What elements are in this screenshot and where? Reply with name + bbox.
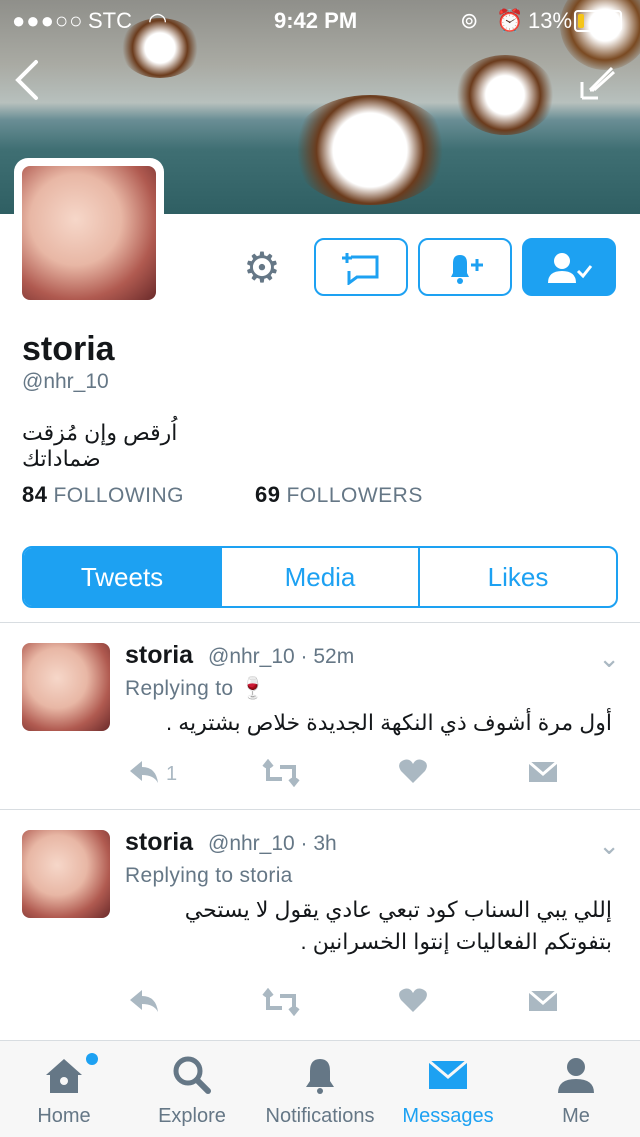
signal-icon: ●●●○○ <box>12 8 84 33</box>
envelope-icon <box>384 1055 512 1105</box>
new-content-dot <box>86 1053 98 1065</box>
compose-icon[interactable] <box>578 62 618 107</box>
tweet-meta: @nhr_10 · 52m <box>208 645 355 668</box>
home-icon <box>0 1055 128 1105</box>
tweet-item[interactable]: storia @nhr_10 · 3h ⌄ Replying to storia… <box>0 810 640 1032</box>
profile-bio: اُرقص وإن مُزقت ضماداتك <box>22 420 178 471</box>
nav-messages[interactable]: Messages <box>384 1041 512 1137</box>
nav-home[interactable]: Home <box>0 1041 128 1137</box>
chevron-down-icon[interactable]: ⌄ <box>598 643 620 674</box>
avatar-image <box>22 166 156 300</box>
wifi-icon: ◠ <box>148 8 168 33</box>
replying-to[interactable]: Replying to storia <box>125 864 293 888</box>
following-label: FOLLOWING <box>53 484 184 507</box>
tab-likes[interactable]: Likes <box>420 548 616 606</box>
rotation-lock-icon: ⊚ <box>460 8 479 33</box>
direct-message-icon[interactable] <box>528 988 558 1022</box>
tweet-item[interactable]: storia @nhr_10 · 52m ⌄ Replying to 🍷 أول… <box>0 623 640 809</box>
chevron-down-icon[interactable]: ⌄ <box>598 830 620 861</box>
battery-percent: 13% <box>528 8 573 33</box>
reply-icon[interactable] <box>128 757 160 793</box>
notifications-bell-button[interactable] <box>418 238 512 296</box>
replying-to[interactable]: Replying to 🍷 <box>125 677 266 701</box>
tab-media[interactable]: Media <box>222 548 420 606</box>
nav-home-label: Home <box>37 1105 91 1127</box>
bell-icon <box>256 1055 384 1105</box>
bottom-nav: Home Explore Notifications Messages Me <box>0 1040 640 1137</box>
battery-icon <box>574 10 622 32</box>
heart-icon[interactable] <box>398 986 428 1022</box>
direct-message-button[interactable] <box>314 238 408 296</box>
direct-message-icon[interactable] <box>528 759 558 793</box>
status-bar: ●●●○○ STC ◠ 9:42 PM ⊚ ⏰ 13% <box>0 0 640 40</box>
tweet-meta: @nhr_10 · 3h <box>208 832 337 855</box>
following-button[interactable] <box>522 238 616 296</box>
person-icon <box>512 1055 640 1105</box>
tweet-text: إللي يبي السناب كود تبعي عادي يقول لا يس… <box>184 897 612 954</box>
followers-label: FOLLOWERS <box>286 484 423 507</box>
nav-me[interactable]: Me <box>512 1041 640 1137</box>
clock: 9:42 PM <box>274 8 358 33</box>
tweet-avatar[interactable] <box>22 830 110 918</box>
back-arrow-icon[interactable] <box>12 58 42 112</box>
gear-icon[interactable]: ⚙ <box>240 246 284 290</box>
reply-icon[interactable] <box>128 986 160 1022</box>
profile-name: storia <box>22 330 115 368</box>
profile-handle: @nhr_10 <box>22 370 109 393</box>
tweet-avatar[interactable] <box>22 643 110 731</box>
tab-tweets[interactable]: Tweets <box>24 548 222 606</box>
tweet-text: أول مرة أشوف ذي النكهة الجديدة خلاص بشتر… <box>166 710 612 735</box>
following-stat[interactable]: 84 FOLLOWING <box>22 482 184 508</box>
followers-stat[interactable]: 69 FOLLOWERS <box>255 482 423 508</box>
nav-me-label: Me <box>562 1105 590 1127</box>
nav-messages-label: Messages <box>402 1105 494 1127</box>
followers-count: 69 <box>255 482 281 507</box>
search-icon <box>128 1055 256 1105</box>
tweet-author-name[interactable]: storia <box>125 828 193 857</box>
reply-count: 1 <box>166 763 178 785</box>
profile-avatar[interactable] <box>14 158 164 308</box>
retweet-icon[interactable] <box>262 758 300 795</box>
nav-notifications[interactable]: Notifications <box>256 1041 384 1137</box>
tweet-author-name[interactable]: storia <box>125 641 193 670</box>
retweet-icon[interactable] <box>262 987 300 1024</box>
nav-explore-label: Explore <box>158 1105 226 1127</box>
alarm-icon: ⏰ <box>496 8 524 33</box>
heart-icon[interactable] <box>398 757 428 793</box>
nav-notifications-label: Notifications <box>265 1105 375 1127</box>
carrier-label: STC <box>88 8 132 33</box>
profile-tabs: Tweets Media Likes <box>22 546 618 608</box>
nav-explore[interactable]: Explore <box>128 1041 256 1137</box>
following-count: 84 <box>22 482 48 507</box>
